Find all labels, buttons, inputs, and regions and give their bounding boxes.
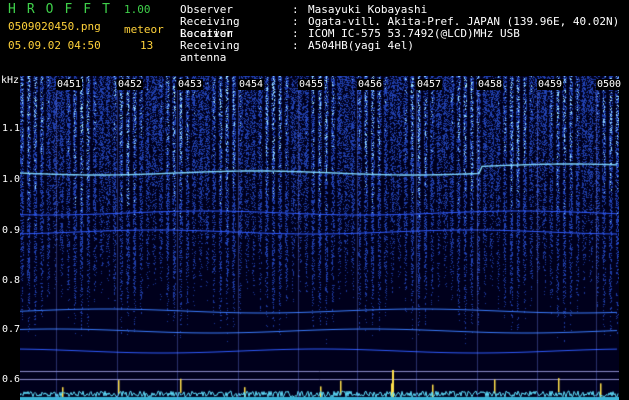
time-tick-label: 0458	[477, 79, 504, 90]
station-info: Observer: Masayuki Kobayashi Receiving Lo…	[180, 4, 619, 64]
header-panel: HROFFT 1.00 0509020450.png 05.09.02 04:5…	[0, 0, 629, 76]
time-tick-label: 0500	[596, 79, 623, 90]
time-tick-label: 0454	[238, 79, 265, 90]
info-value: A504HB(yagi 4el)	[308, 39, 414, 52]
y-tick-label: 0.6	[2, 374, 21, 385]
time-tick-label: 0451	[56, 79, 83, 90]
info-key: Receiving antenna	[180, 39, 240, 64]
y-tick-label: 0.7	[2, 324, 21, 335]
time-tick-label: 0453	[177, 79, 204, 90]
app-version: 1.00	[124, 3, 151, 16]
time-tick-label: 0459	[537, 79, 564, 90]
meteor-label: meteor	[124, 23, 164, 36]
info-row-antenna: Receiving antenna: A504HB(yagi 4el)	[180, 39, 414, 64]
y-tick-label: 0.8	[2, 275, 21, 286]
time-tick-label: 0456	[357, 79, 384, 90]
meteor-count: 13	[140, 39, 154, 52]
file-name: 0509020450.png	[8, 20, 101, 33]
app-logo: HROFFT	[8, 2, 121, 17]
spectrogram-image	[20, 76, 619, 400]
time-tick-label: 0457	[416, 79, 443, 90]
y-tick-label: 1.0	[2, 174, 21, 185]
date-time: 05.09.02 04:50	[8, 39, 101, 52]
time-tick-label: 0452	[117, 79, 144, 90]
y-tick-label: 1.1	[2, 123, 21, 134]
frequency-unit: kHz	[1, 75, 20, 86]
time-tick-label: 0455	[298, 79, 325, 90]
y-tick-label: 0.9	[2, 225, 21, 236]
